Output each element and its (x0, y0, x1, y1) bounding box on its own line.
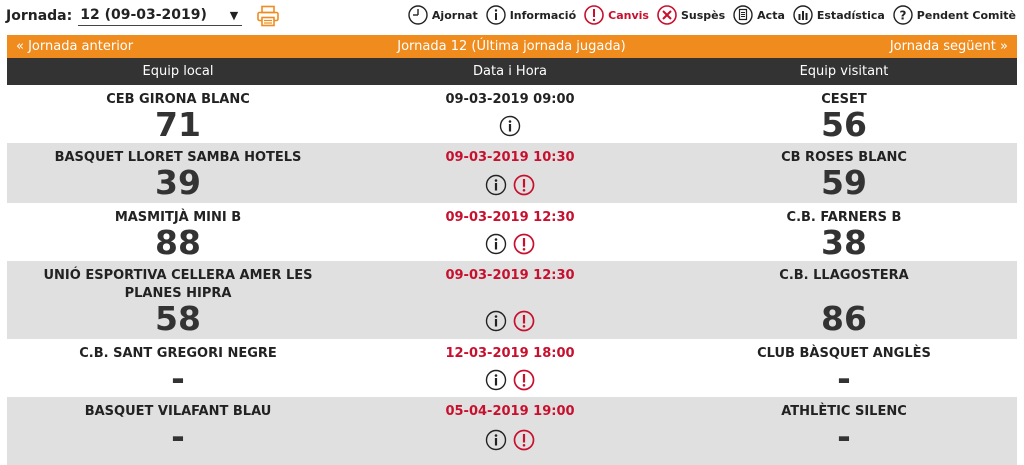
away-score: 59 (821, 163, 867, 202)
jornada-nav-bar: « Jornada anterior Jornada 12 (Última jo… (7, 35, 1017, 58)
info-icon[interactable] (485, 429, 507, 451)
match-icons (349, 174, 671, 196)
table-header: Equip local Data i Hora Equip visitant (7, 58, 1017, 85)
cross-icon (657, 5, 677, 25)
jornada-select[interactable]: 12 (09-03-2019) ▼ (78, 6, 243, 26)
home-cell: UNIÓ ESPORTIVA CELLERA AMER LES PLANES H… (7, 261, 349, 339)
prev-jornada-link[interactable]: « Jornada anterior (16, 39, 133, 54)
alert-icon[interactable] (513, 369, 535, 391)
match-row: CEB GIRONA BLANC 71 09-03-2019 09:00 CES… (7, 85, 1017, 143)
match-icons (349, 429, 671, 451)
date-cell: 09-03-2019 12:30 (349, 203, 671, 261)
info-icon (486, 5, 506, 25)
current-jornada-title: Jornada 12 (Última jornada jugada) (397, 39, 626, 54)
jornada-label: Jornada: (6, 7, 73, 24)
alert-icon[interactable] (513, 233, 535, 255)
away-score: 38 (821, 223, 867, 262)
date-cell: 09-03-2019 12:30 (349, 261, 671, 339)
home-score: 71 (155, 105, 201, 144)
away-cell: CB ROSES BLANC 59 (671, 143, 1017, 203)
home-cell: MASMITJÀ MINI B 88 (7, 203, 349, 261)
bar-chart-icon (793, 5, 813, 25)
matches-table: CEB GIRONA BLANC 71 09-03-2019 09:00 CES… (7, 85, 1017, 465)
legend-informacio: Informació (485, 4, 576, 26)
legend-label: Suspès (680, 8, 726, 22)
question-icon: ? (893, 5, 913, 25)
legend-pendent-comite: ? Pendent Comitè (892, 4, 1016, 26)
jornada-select-value: 12 (09-03-2019) (80, 7, 207, 23)
home-cell: BASQUET VILAFANT BLAU - (7, 397, 349, 465)
away-cell: CESET 56 (671, 85, 1017, 143)
alert-icon (584, 5, 604, 25)
legend-label: Canvis (608, 8, 649, 22)
match-icons (349, 233, 671, 255)
info-icon[interactable] (485, 369, 507, 391)
svg-text:?: ? (899, 9, 906, 23)
match-row: UNIÓ ESPORTIVA CELLERA AMER LES PLANES H… (7, 261, 1017, 339)
match-datetime: 09-03-2019 12:30 (445, 268, 575, 283)
info-icon[interactable] (485, 174, 507, 196)
away-score: - (837, 359, 851, 398)
home-score: - (171, 417, 185, 456)
chevron-down-icon: ▼ (229, 8, 239, 22)
home-score: - (171, 359, 185, 398)
away-score: 86 (821, 299, 867, 338)
away-cell: CLUB BÀSQUET ANGLÈS - (671, 339, 1017, 397)
match-datetime: 09-03-2019 09:00 (445, 92, 575, 107)
info-icon[interactable] (499, 115, 521, 137)
legend-ajornat: Ajornat (407, 4, 478, 26)
away-score: 56 (821, 105, 867, 144)
legend-canvis: Canvis (583, 4, 649, 26)
printer-icon[interactable] (256, 5, 280, 27)
info-icon[interactable] (485, 310, 507, 332)
alert-icon[interactable] (513, 429, 535, 451)
clock-icon (408, 5, 428, 25)
alert-icon[interactable] (513, 310, 535, 332)
away-cell: C.B. LLAGOSTERA 86 (671, 261, 1017, 339)
home-team[interactable]: UNIÓ ESPORTIVA CELLERA AMER LES PLANES H… (7, 267, 349, 303)
legend: Ajornat Informació Canvis Suspès Acta Es… (407, 4, 1016, 26)
match-icons (349, 369, 671, 391)
header-away: Equip visitant (799, 64, 889, 79)
legend-label: Acta (757, 8, 785, 22)
date-cell: 12-03-2019 18:00 (349, 339, 671, 397)
legend-estadistica: Estadística (792, 4, 885, 26)
home-cell: CEB GIRONA BLANC 71 (7, 85, 349, 143)
match-icons (349, 310, 671, 332)
match-datetime: 05-04-2019 19:00 (445, 404, 575, 419)
date-cell: 09-03-2019 09:00 (349, 85, 671, 143)
away-score: - (837, 417, 851, 456)
alert-icon[interactable] (513, 174, 535, 196)
header-home: Equip local (142, 64, 214, 79)
match-row: MASMITJÀ MINI B 88 09-03-2019 12:30 C.B.… (7, 203, 1017, 261)
match-datetime: 09-03-2019 10:30 (445, 150, 575, 165)
header-date: Data i Hora (473, 64, 547, 79)
legend-suspes: Suspès (656, 4, 725, 26)
match-row: BASQUET VILAFANT BLAU - 05-04-2019 19:00… (7, 397, 1017, 465)
away-cell: ATHLÈTIC SILENC - (671, 397, 1017, 465)
next-jornada-link[interactable]: Jornada següent » (890, 39, 1008, 54)
legend-acta: Acta (732, 4, 785, 26)
date-cell: 05-04-2019 19:00 (349, 397, 671, 465)
match-row: BASQUET LLORET SAMBA HOTELS 39 09-03-201… (7, 143, 1017, 203)
home-score: 88 (155, 223, 201, 262)
legend-label: Informació (509, 8, 577, 22)
match-row: C.B. SANT GREGORI NEGRE - 12-03-2019 18:… (7, 339, 1017, 397)
home-score: 58 (155, 299, 201, 338)
home-cell: C.B. SANT GREGORI NEGRE - (7, 339, 349, 397)
home-cell: BASQUET LLORET SAMBA HOTELS 39 (7, 143, 349, 203)
date-cell: 09-03-2019 10:30 (349, 143, 671, 203)
match-icons (349, 115, 671, 137)
document-icon (733, 5, 753, 25)
info-icon[interactable] (485, 233, 507, 255)
away-cell: C.B. FARNERS B 38 (671, 203, 1017, 261)
legend-label: Estadística (816, 8, 885, 22)
away-team[interactable]: C.B. LLAGOSTERA (671, 267, 1017, 285)
jornada-toolbar: Jornada: 12 (09-03-2019) ▼ Ajornat Infor… (0, 0, 1024, 31)
legend-label: Ajornat (431, 8, 478, 22)
match-datetime: 09-03-2019 12:30 (445, 210, 575, 225)
match-datetime: 12-03-2019 18:00 (445, 346, 575, 361)
legend-label: Pendent Comitè (916, 8, 1016, 22)
home-score: 39 (155, 163, 201, 202)
